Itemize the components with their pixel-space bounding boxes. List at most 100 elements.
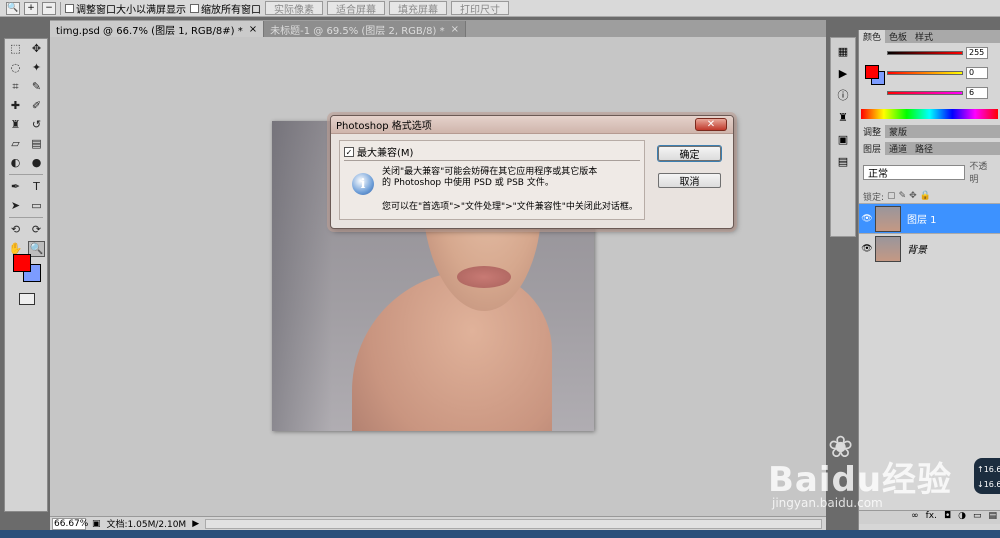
brush-tool-icon[interactable]: ✐ xyxy=(28,98,45,114)
color-panel-tabs: 颜色 色板 样式 xyxy=(859,30,1000,43)
red-slider[interactable]: 255 xyxy=(859,43,1000,63)
zoom-out-icon[interactable]: − xyxy=(42,1,56,15)
history-brush-icon[interactable]: ↺ xyxy=(28,117,45,133)
eyedropper-icon[interactable]: ✎ xyxy=(28,79,45,95)
link-layers-icon[interactable]: ∞ xyxy=(911,511,919,524)
fit-screen-button[interactable]: 适合屏幕 xyxy=(327,1,385,16)
checkbox-box[interactable]: ✓ xyxy=(344,146,354,157)
lock-pixels-icon[interactable]: ✎ xyxy=(899,191,907,201)
zoom-tool-icon[interactable]: 🔍 xyxy=(6,1,20,15)
tab-untitled[interactable]: 未标题-1 @ 69.5% (图层 2, RGB/8) * × xyxy=(264,21,466,37)
checkbox-box[interactable] xyxy=(65,3,74,13)
gradient-tool-icon[interactable]: ▤ xyxy=(28,136,45,152)
history-panel-icon[interactable]: ▦ xyxy=(833,42,853,60)
foreground-color-swatch[interactable] xyxy=(13,254,31,272)
3d-orbit-icon[interactable]: ⟳ xyxy=(28,222,45,238)
color-spectrum[interactable] xyxy=(861,109,998,119)
horizontal-scrollbar[interactable] xyxy=(205,518,822,529)
info-panel-icon[interactable]: ⓘ xyxy=(833,86,853,104)
quick-mask-icon[interactable] xyxy=(19,293,35,305)
document-tabs: timg.psd @ 66.7% (图层 1, RGB/8#) * × 未标题-1… xyxy=(50,20,826,37)
adjustment-layer-icon[interactable]: ◑ xyxy=(958,511,966,524)
cancel-button[interactable]: 取消 xyxy=(658,173,721,188)
resize-windows-checkbox[interactable]: 调整窗口大小以满屏显示 xyxy=(65,1,186,16)
right-panel: 颜色 色板 样式 255 0 6 调整 蒙版 图层 通道 路径 正常 不透明 锁… xyxy=(858,30,1000,530)
red-slider-bar[interactable] xyxy=(887,51,963,55)
tab-timg[interactable]: timg.psd @ 66.7% (图层 1, RGB/8#) * × xyxy=(50,21,265,37)
message-line: 的 Photoshop 中使用 PSD 或 PSB 文件。 xyxy=(382,178,554,188)
layer-style-icon[interactable]: fx. xyxy=(926,511,937,524)
divider xyxy=(344,160,640,161)
tab-swatches[interactable]: 色板 xyxy=(885,30,911,43)
tab-color[interactable]: 颜色 xyxy=(859,30,886,43)
blend-mode-select[interactable]: 正常 xyxy=(863,164,966,180)
3d-rotate-icon[interactable]: ⟲ xyxy=(7,222,24,238)
close-icon[interactable]: × xyxy=(451,24,459,35)
ok-button[interactable]: 确定 xyxy=(658,146,721,161)
lock-all-icon[interactable]: 🔒 xyxy=(920,191,931,201)
green-slider[interactable]: 0 xyxy=(859,63,1000,83)
blue-slider-bar[interactable] xyxy=(887,91,963,95)
new-layer-icon[interactable]: ▤ xyxy=(988,511,997,524)
adjust-panel-tabs: 调整 蒙版 xyxy=(859,125,1000,138)
actions-panel-icon[interactable]: ▶ xyxy=(833,64,853,82)
shape-tool-icon[interactable]: ▭ xyxy=(28,198,45,214)
brush-panel-icon[interactable]: ▣ xyxy=(833,130,853,148)
status-arrow-icon[interactable]: ▶ xyxy=(192,519,199,529)
close-icon[interactable]: ✕ xyxy=(695,118,727,131)
zoom-in-icon[interactable]: + xyxy=(24,1,38,15)
lock-transparency-icon[interactable]: ▢ xyxy=(887,191,896,201)
tab-adjustments[interactable]: 调整 xyxy=(859,125,886,138)
print-size-button[interactable]: 打印尺寸 xyxy=(451,1,509,16)
healing-brush-icon[interactable]: ✚ xyxy=(7,98,24,114)
blue-value[interactable]: 6 xyxy=(966,87,988,99)
tab-masks[interactable]: 蒙版 xyxy=(885,125,911,138)
blue-slider[interactable]: 6 xyxy=(859,83,1000,103)
character-panel-icon[interactable]: ▤ xyxy=(833,152,853,170)
layer-row[interactable]: 👁 图层 1 xyxy=(859,203,1000,233)
actual-pixels-button[interactable]: 实际像素 xyxy=(265,1,323,16)
divider xyxy=(9,217,43,218)
document-canvas[interactable] xyxy=(50,37,826,516)
eye-icon[interactable]: 👁 xyxy=(859,214,875,224)
eye-icon[interactable]: 👁 xyxy=(859,244,875,254)
dodge-tool-icon[interactable]: ● xyxy=(28,155,45,171)
clone-source-icon[interactable]: ♜ xyxy=(833,108,853,126)
fill-screen-button[interactable]: 填充屏幕 xyxy=(389,1,447,16)
clone-stamp-icon[interactable]: ♜ xyxy=(7,117,24,133)
zoom-all-windows-checkbox[interactable]: 缩放所有窗口 xyxy=(190,1,261,16)
blur-tool-icon[interactable]: ◐ xyxy=(7,155,24,171)
divider xyxy=(60,1,61,15)
dialog-title: Photoshop 格式选项 xyxy=(331,116,733,134)
green-slider-bar[interactable] xyxy=(887,71,963,75)
status-menu-icon[interactable]: ▣ xyxy=(92,519,101,529)
green-value[interactable]: 0 xyxy=(966,67,988,79)
lock-position-icon[interactable]: ✥ xyxy=(909,191,917,201)
path-select-icon[interactable]: ➤ xyxy=(7,198,24,214)
new-group-icon[interactable]: ▭ xyxy=(973,511,982,524)
eraser-icon[interactable]: ▱ xyxy=(7,136,24,152)
pen-tool-icon[interactable]: ✒ xyxy=(7,179,24,195)
tab-layers[interactable]: 图层 xyxy=(859,142,886,155)
type-tool-icon[interactable]: T xyxy=(28,179,45,195)
layer-name: 图层 1 xyxy=(907,215,937,226)
layer-row[interactable]: 👁 背景 xyxy=(859,233,1000,263)
move-tool-icon[interactable]: ✥ xyxy=(28,41,45,57)
checkbox-box[interactable] xyxy=(190,3,199,13)
magic-wand-icon[interactable]: ✦ xyxy=(28,60,45,76)
close-icon[interactable]: × xyxy=(249,24,257,35)
marquee-tool-icon[interactable]: ⬚ xyxy=(7,41,24,57)
tab-channels[interactable]: 通道 xyxy=(885,142,911,155)
tab-paths[interactable]: 路径 xyxy=(911,142,937,155)
tab-label: 未标题-1 @ 69.5% (图层 2, RGB/8) * xyxy=(270,25,445,37)
zoom-level-field[interactable]: 66.67% xyxy=(52,517,88,530)
layer-thumbnail xyxy=(875,205,901,232)
fg-swatch[interactable] xyxy=(865,65,879,79)
max-compat-checkbox[interactable]: ✓ 最大兼容(M) xyxy=(344,144,413,159)
add-mask-icon[interactable]: ◘ xyxy=(944,511,951,524)
red-value[interactable]: 255 xyxy=(966,47,988,59)
crop-tool-icon[interactable]: ⌗ xyxy=(7,79,24,95)
lasso-tool-icon[interactable]: ◌ xyxy=(7,60,24,76)
taskbar xyxy=(0,530,1000,538)
tab-styles[interactable]: 样式 xyxy=(911,30,937,43)
